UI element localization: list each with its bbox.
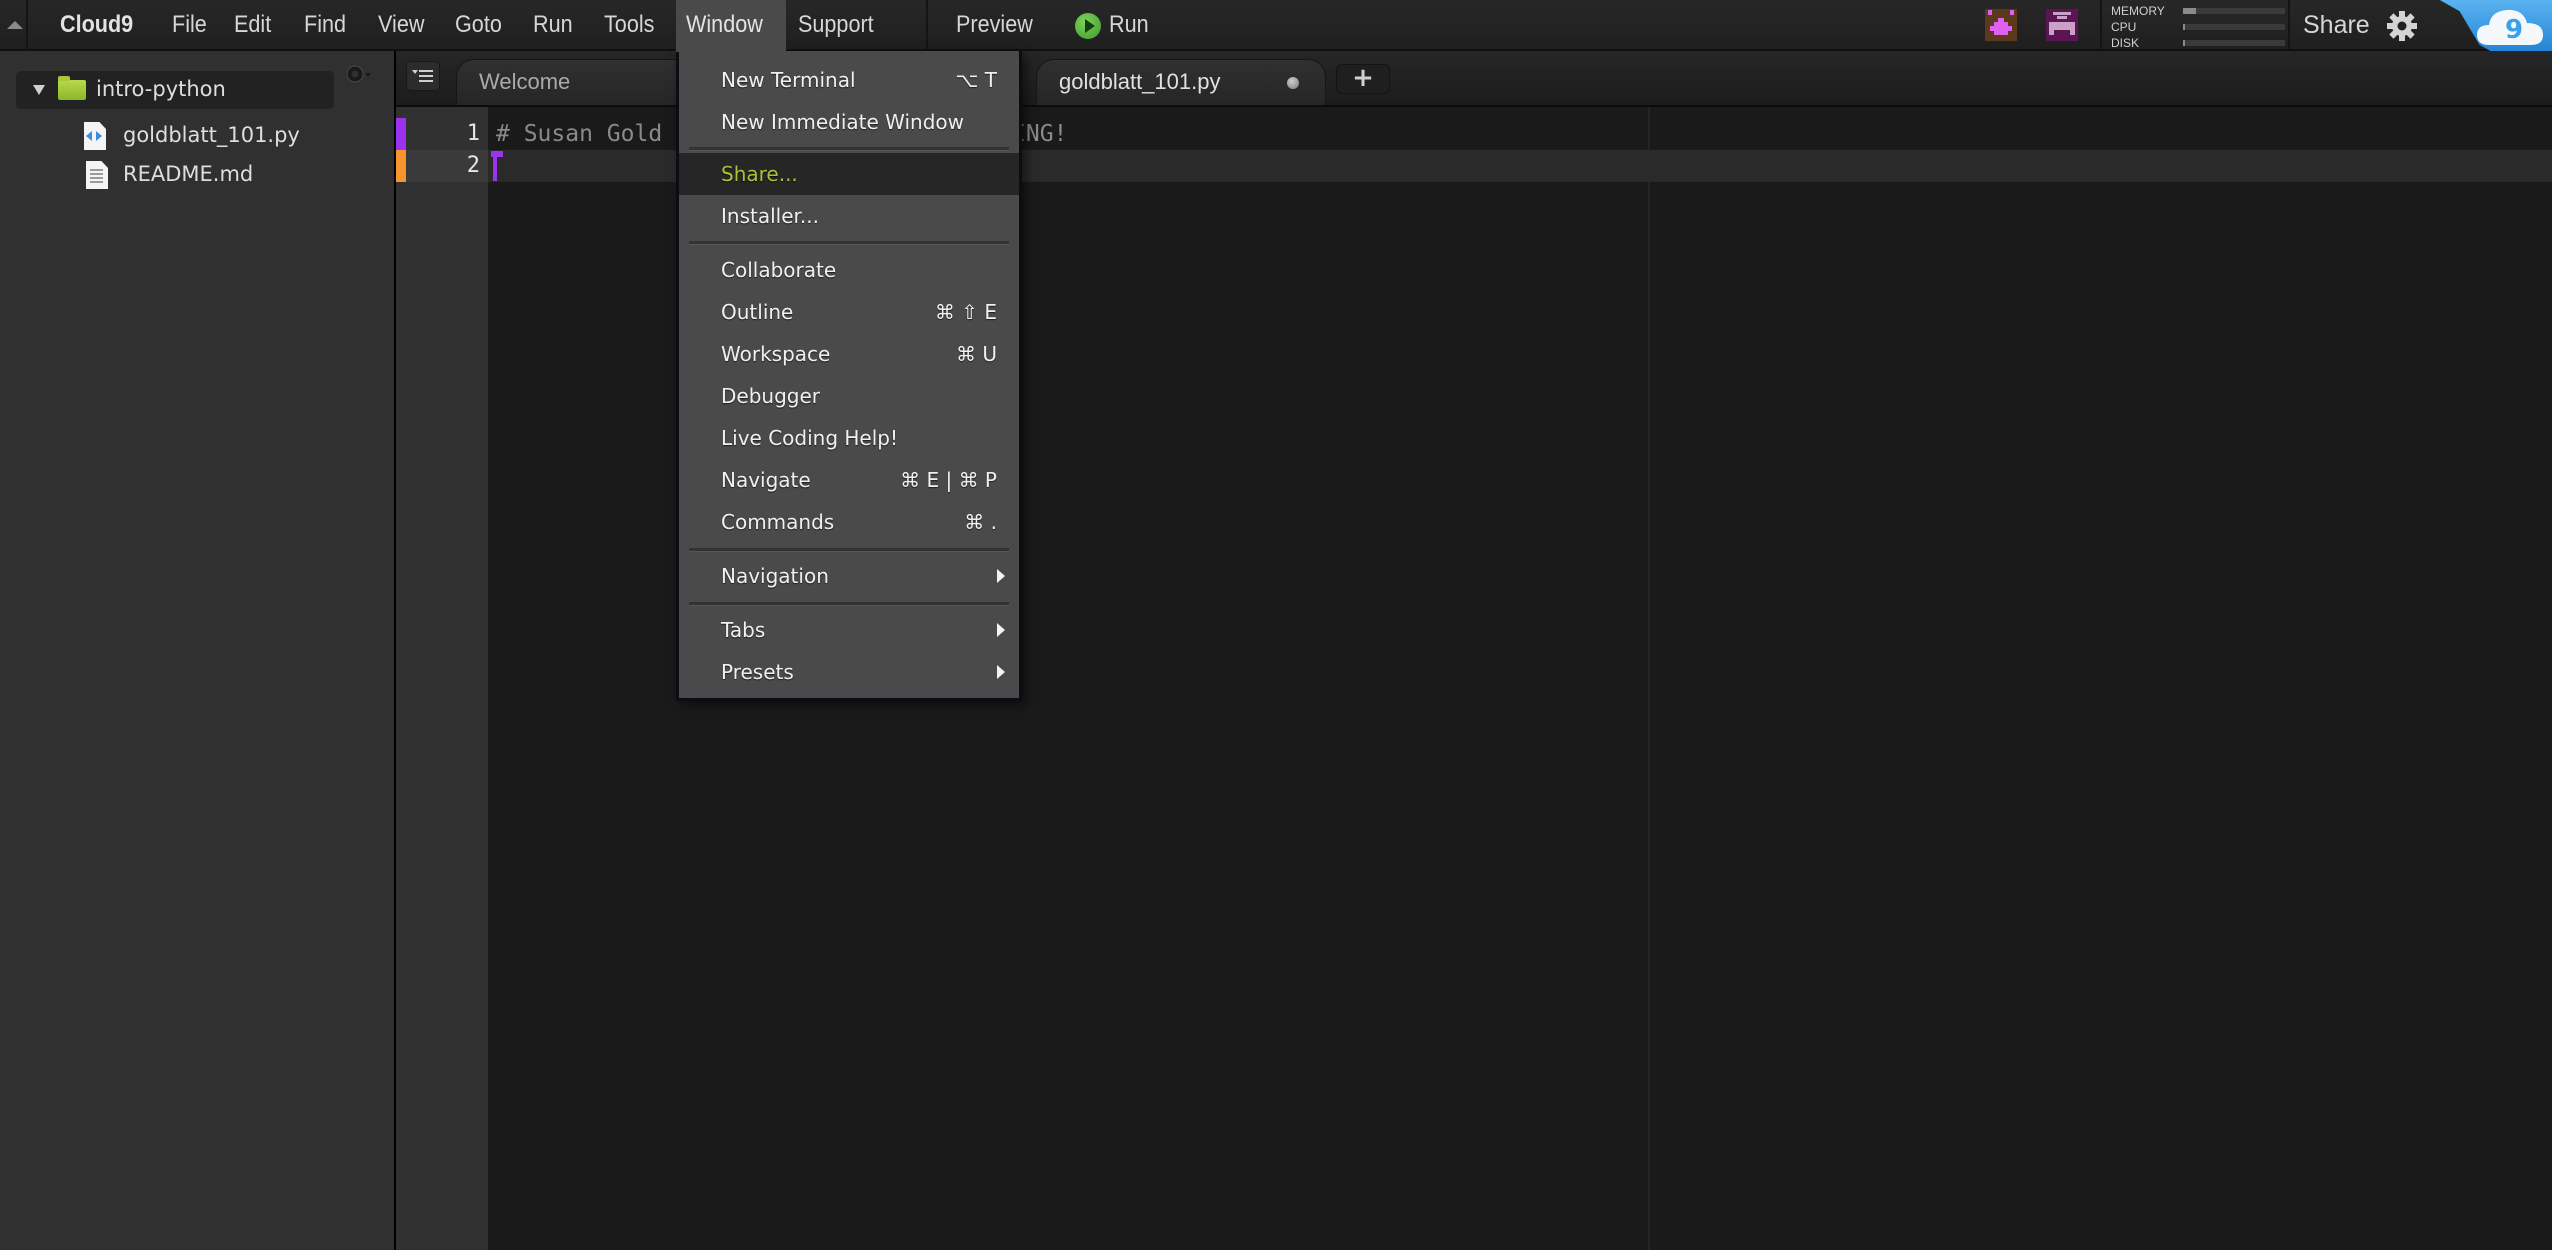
python-file-icon — [84, 122, 106, 150]
menu-item-navigate[interactable]: Navigate ⌘ E | ⌘ P — [679, 459, 1019, 501]
cloud9-logo-icon[interactable]: 9 — [2475, 5, 2545, 47]
menubar-divider — [926, 0, 928, 49]
tab-label: goldblatt_101.py — [1059, 69, 1221, 94]
menu-window-label: Window — [686, 11, 763, 38]
run-button[interactable]: Run — [1109, 0, 1149, 49]
menu-bar: Cloud9 File Edit Find View Goto Run Tool… — [0, 0, 2552, 56]
tree-item-goldblatt[interactable]: goldblatt_101.py — [80, 119, 340, 153]
menu-item-tabs[interactable]: Tabs — [679, 609, 1019, 651]
line-marker — [396, 150, 406, 182]
menu-tools[interactable]: Tools — [604, 0, 654, 49]
disk-bar — [2183, 40, 2285, 46]
print-margin — [1648, 107, 1650, 1250]
expand-arrow-icon[interactable] — [33, 85, 45, 95]
menu-cloud9[interactable]: Cloud9 — [60, 0, 133, 49]
memory-bar — [2183, 8, 2285, 14]
tab-goldblatt[interactable]: goldblatt_101.py — [1036, 59, 1326, 105]
submenu-arrow-icon — [997, 569, 1005, 583]
menu-item-collaborate[interactable]: Collaborate — [679, 249, 1019, 291]
menu-goto[interactable]: Goto — [455, 0, 502, 49]
collaborator-avatar[interactable] — [1985, 9, 2017, 41]
menu-item-label: Presets — [721, 660, 794, 684]
new-tab-button[interactable]: + — [1336, 64, 1390, 94]
window-menu-dropdown: New Terminal ⌥ T New Immediate Window Sh… — [676, 51, 1022, 701]
menu-item-presets[interactable]: Presets — [679, 651, 1019, 693]
tab-label: Welcome — [479, 69, 571, 94]
menu-item-label: Outline — [721, 300, 794, 324]
tree-item-readme[interactable]: README.md — [80, 158, 340, 192]
menubar-divider — [2288, 0, 2290, 49]
gear-icon[interactable] — [2386, 10, 2418, 42]
menu-item-shortcut: ⌘ ⇧ E — [934, 300, 997, 324]
menu-edit[interactable]: Edit — [234, 0, 271, 49]
memory-label: MEMORY — [2111, 4, 2165, 18]
gear-icon[interactable] — [343, 61, 371, 89]
menu-item-new-terminal[interactable]: New Terminal ⌥ T — [679, 59, 1019, 101]
text-cursor — [491, 151, 503, 181]
menu-item-workspace[interactable]: Workspace ⌘ U — [679, 333, 1019, 375]
share-button[interactable]: Share — [2303, 0, 2370, 50]
menu-separator — [689, 241, 1009, 245]
disk-label: DISK — [2111, 36, 2140, 50]
menu-item-shortcut: ⌘ . — [964, 510, 997, 534]
menu-item-installer[interactable]: Installer... — [679, 195, 1019, 237]
menu-item-label: Collaborate — [721, 258, 837, 282]
menu-run[interactable]: Run — [533, 0, 573, 49]
code-line: # Susan Gold — [496, 121, 663, 147]
menu-item-label: Tabs — [721, 618, 766, 642]
file-tree-panel: intro-python goldblatt_101.py README.md — [0, 51, 396, 1250]
menu-item-label: Live Coding Help! — [721, 426, 898, 450]
menu-find[interactable]: Find — [304, 0, 346, 49]
menu-item-label: New Immediate Window — [721, 110, 965, 134]
folder-icon — [58, 76, 86, 100]
menu-item-label: Navigate — [721, 468, 811, 492]
menu-separator — [689, 548, 1009, 552]
menu-file[interactable]: File — [172, 0, 207, 49]
tree-item-label: goldblatt_101.py — [123, 123, 300, 147]
tree-item-label: intro-python — [96, 77, 226, 101]
submenu-arrow-icon — [997, 623, 1005, 637]
tree-item-label: README.md — [123, 162, 254, 186]
tab-list-button[interactable] — [406, 61, 440, 91]
menu-item-navigation[interactable]: Navigation — [679, 555, 1019, 597]
unsaved-indicator-icon[interactable] — [1287, 77, 1299, 89]
menu-item-live-coding-help[interactable]: Live Coding Help! — [679, 417, 1019, 459]
menu-separator — [689, 602, 1009, 606]
svg-text:9: 9 — [2505, 15, 2523, 45]
chevron-up-icon — [7, 21, 23, 29]
menu-item-label: Installer... — [721, 204, 819, 228]
line-number: 2 — [466, 153, 480, 178]
cpu-label: CPU — [2111, 20, 2137, 34]
line-marker — [396, 118, 406, 150]
menu-support[interactable]: Support — [798, 0, 874, 49]
menu-item-label: Navigation — [721, 564, 829, 588]
menu-item-shortcut: ⌘ U — [956, 342, 997, 366]
menu-separator — [689, 147, 1009, 151]
play-icon[interactable] — [1075, 13, 1101, 39]
menu-item-outline[interactable]: Outline ⌘ ⇧ E — [679, 291, 1019, 333]
menu-window[interactable]: Window — [676, 0, 786, 52]
collaborator-avatar[interactable] — [2046, 9, 2078, 41]
collapse-toolbar-button[interactable] — [0, 0, 28, 51]
menu-item-shortcut: ⌥ T — [955, 68, 997, 92]
menu-item-label: Workspace — [721, 342, 831, 366]
tree-item-intro-python[interactable]: intro-python — [16, 71, 334, 109]
submenu-arrow-icon — [997, 665, 1005, 679]
menu-item-commands[interactable]: Commands ⌘ . — [679, 501, 1019, 543]
line-number: 1 — [466, 121, 480, 146]
text-file-icon — [86, 161, 108, 189]
menu-item-label: Debugger — [721, 384, 820, 408]
preview-button[interactable]: Preview — [956, 0, 1033, 49]
menubar-divider — [2100, 0, 2102, 49]
menu-item-shortcut: ⌘ E | ⌘ P — [900, 468, 997, 492]
menu-item-label: New Terminal — [721, 68, 856, 92]
menu-item-label: Commands — [721, 510, 835, 534]
editor-gutter: 1 2 — [396, 107, 488, 1250]
menu-item-label: Share... — [721, 162, 798, 186]
menu-item-debugger[interactable]: Debugger — [679, 375, 1019, 417]
menu-view[interactable]: View — [378, 0, 424, 49]
menu-item-new-immediate-window[interactable]: New Immediate Window — [679, 101, 1019, 143]
menu-item-share[interactable]: Share... — [679, 153, 1019, 195]
cpu-bar — [2183, 24, 2285, 30]
